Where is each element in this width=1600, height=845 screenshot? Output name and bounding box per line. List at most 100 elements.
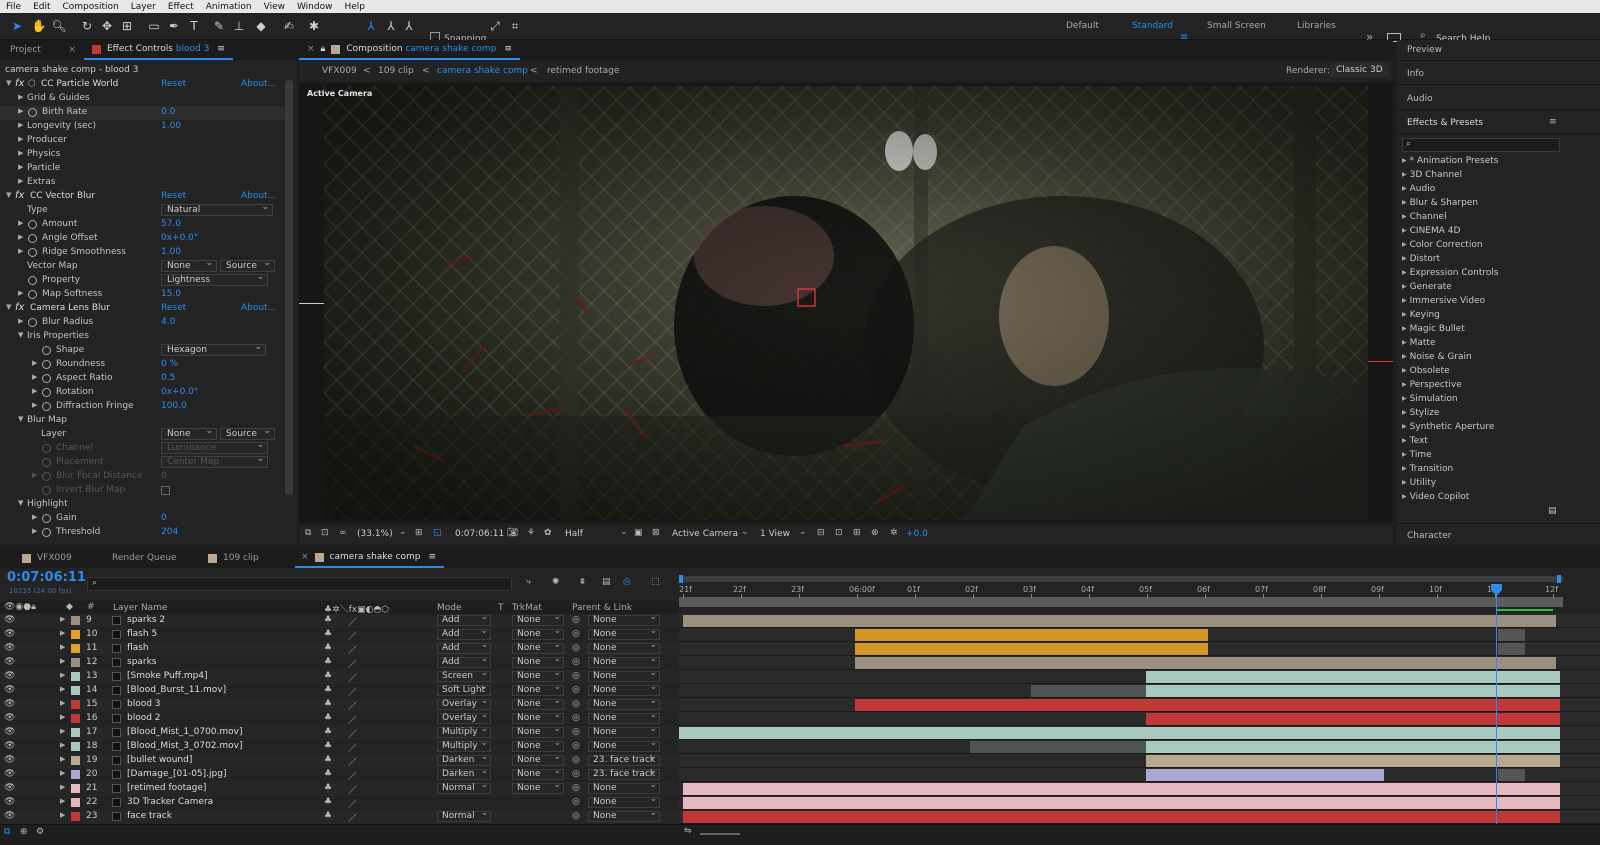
quality-switch-icon[interactable]: ／: [348, 727, 357, 740]
label-color-swatch[interactable]: [71, 742, 80, 751]
property-value[interactable]: 0x+0.0°: [161, 233, 198, 243]
comp-mini-flowchart-icon[interactable]: ⤷: [526, 577, 531, 587]
track-matte-dropdown[interactable]: None: [512, 627, 564, 640]
preview-panel-header[interactable]: Preview: [1397, 40, 1600, 61]
blend-mode-dropdown[interactable]: Add: [437, 627, 491, 640]
shy-switch-icon[interactable]: ♣: [324, 741, 332, 751]
layer-name[interactable]: sparks 2: [127, 615, 165, 625]
property-rotation[interactable]: ▶ Rotation 0x+0.0°: [0, 386, 290, 400]
rectangle-tool-icon[interactable]: ▭: [145, 17, 163, 35]
effect-category-item[interactable]: Magic Bullet: [1402, 324, 1465, 338]
transparency-grid-icon[interactable]: ⊠: [652, 528, 660, 538]
layer-row[interactable]: 👁︎ ▶ 13 [Smoke Puff.mp4] ♣ ／ Screen None ◎ None: [0, 669, 680, 684]
work-area-bar[interactable]: [679, 576, 1563, 582]
effect-category-item[interactable]: Channel: [1402, 212, 1447, 226]
parent-dropdown[interactable]: None: [588, 641, 660, 654]
property-gain[interactable]: ▶ Gain 0: [0, 512, 290, 526]
property-grid-guides[interactable]: ▶ Grid & Guides: [0, 92, 290, 106]
property-map-softness[interactable]: ▶ Map Softness 15.0: [0, 288, 290, 302]
shy-switch-icon[interactable]: ♣: [324, 713, 332, 723]
chevron-down-icon[interactable]: ⌄: [741, 527, 749, 537]
world-axis-icon[interactable]: ⅄: [382, 17, 400, 35]
label-color-swatch[interactable]: [71, 644, 80, 653]
property-birth-rate[interactable]: ▶ Birth Rate 0.0: [0, 106, 290, 120]
reset-exposure-icon[interactable]: ✲: [890, 528, 898, 538]
shy-switch-icon[interactable]: ♣: [324, 699, 332, 709]
menu-help[interactable]: Help: [338, 2, 371, 12]
label-color-swatch[interactable]: [71, 672, 80, 681]
type-tool-icon[interactable]: T: [185, 17, 203, 35]
expand-triangle-icon[interactable]: ▶: [60, 797, 65, 805]
parent-dropdown[interactable]: None: [588, 697, 660, 710]
effect-controls-scrollbar[interactable]: [285, 80, 293, 495]
property-physics[interactable]: ▶ Physics: [0, 148, 290, 162]
about-button[interactable]: About...: [241, 303, 276, 313]
toggle-switches-icon[interactable]: ⊕: [20, 827, 28, 837]
menu-file[interactable]: File: [0, 2, 27, 12]
layer-row[interactable]: 👁︎ ▶ 23 face track ♣ ／ Normal ◎ None: [0, 809, 680, 824]
pick-whip-icon[interactable]: ◎: [572, 685, 580, 695]
menu-effect[interactable]: Effect: [162, 2, 200, 12]
resolution-dropdown[interactable]: Half: [565, 529, 583, 539]
visibility-eye-icon[interactable]: 👁︎: [4, 699, 15, 709]
rotate-tool-icon[interactable]: ↻: [78, 17, 96, 35]
parent-dropdown[interactable]: None: [588, 809, 660, 822]
label-color-swatch[interactable]: [71, 616, 80, 625]
expand-triangle-icon[interactable]: ▶: [60, 685, 65, 693]
property-iris-properties[interactable]: ▼ Iris Properties: [0, 330, 290, 344]
property-value[interactable]: 15.0: [161, 289, 181, 299]
eraser-tool-icon[interactable]: ◆: [252, 17, 270, 35]
snapshot-icon[interactable]: 📷︎: [507, 528, 518, 538]
pick-whip-icon[interactable]: ◎: [572, 741, 580, 751]
timeline-current-time[interactable]: 0:07:06:11: [7, 570, 86, 585]
label-color-swatch[interactable]: [71, 728, 80, 737]
parent-dropdown[interactable]: None: [588, 683, 660, 696]
tab-effect-controls[interactable]: Effect Controls blood 3 ≡: [84, 40, 233, 60]
menu-composition[interactable]: Composition: [57, 2, 125, 12]
reset-button[interactable]: Reset: [161, 191, 186, 201]
parent-dropdown[interactable]: None: [588, 781, 660, 794]
draft-3d-icon[interactable]: ✺: [552, 577, 560, 587]
layer-name-column[interactable]: Layer Name: [113, 603, 168, 613]
property-value[interactable]: 4.0: [161, 317, 175, 327]
pen-tool-icon[interactable]: ✒: [165, 17, 183, 35]
workspace-standard[interactable]: Standard: [1132, 21, 1173, 31]
quality-switch-icon[interactable]: ／: [348, 811, 357, 824]
property-roundness[interactable]: ▶ Roundness 0 %: [0, 358, 290, 372]
frame-blending-icon[interactable]: ▤: [602, 577, 611, 587]
breadcrumb-109-clip[interactable]: 109 clip: [378, 66, 414, 76]
stopwatch-icon[interactable]: [28, 276, 37, 285]
workspace-small-screen[interactable]: Small Screen: [1207, 21, 1266, 31]
tab-project[interactable]: Project ×: [0, 40, 84, 60]
label-color-swatch[interactable]: [71, 812, 80, 821]
collapse-triangle-icon[interactable]: ▼: [6, 79, 11, 87]
shy-switch-icon[interactable]: ♣: [324, 657, 332, 667]
parent-dropdown[interactable]: None: [588, 725, 660, 738]
pick-whip-icon[interactable]: ◎: [572, 811, 580, 821]
effect-category-item[interactable]: Simulation: [1402, 394, 1458, 408]
shy-layers-icon[interactable]: ⩩: [580, 577, 585, 587]
blend-mode-dropdown[interactable]: Soft Light: [437, 683, 491, 696]
quality-switch-icon[interactable]: ／: [348, 797, 357, 810]
visibility-eye-icon[interactable]: 👁︎: [4, 811, 15, 821]
effect-category-item[interactable]: Color Correction: [1402, 240, 1483, 254]
audio-panel-header[interactable]: Audio: [1397, 89, 1600, 110]
expand-triangle-icon[interactable]: ▶: [60, 643, 65, 651]
layer-row[interactable]: 👁︎ ▶ 9 sparks 2 ♣ ／ Add None ◎ None: [0, 613, 680, 628]
close-icon[interactable]: ×: [301, 552, 309, 562]
flowchart-icon[interactable]: ⊗: [871, 528, 879, 538]
vr-view-icon[interactable]: ∞: [339, 528, 347, 538]
shy-switch-icon[interactable]: ♣: [324, 769, 332, 779]
toggle-transfer-icon[interactable]: ⚙: [36, 827, 44, 837]
track-matte-dropdown[interactable]: None: [512, 641, 564, 654]
shape-dropdown[interactable]: Hexagon: [161, 342, 266, 356]
layer-duration-bar[interactable]: [1498, 629, 1525, 641]
property-dropdown[interactable]: Lightness: [161, 272, 268, 286]
roto-brush-icon[interactable]: ✍: [280, 17, 298, 35]
snap-edges-icon[interactable]: ⌗: [506, 17, 524, 35]
tab-vfx009[interactable]: VFX009: [0, 548, 90, 568]
track-matte-dropdown[interactable]: None: [512, 753, 564, 766]
layer-duration-bar[interactable]: [683, 797, 1560, 809]
breadcrumb-retimed-footage[interactable]: retimed footage: [547, 66, 619, 76]
blend-mode-dropdown[interactable]: Darken: [437, 767, 491, 780]
